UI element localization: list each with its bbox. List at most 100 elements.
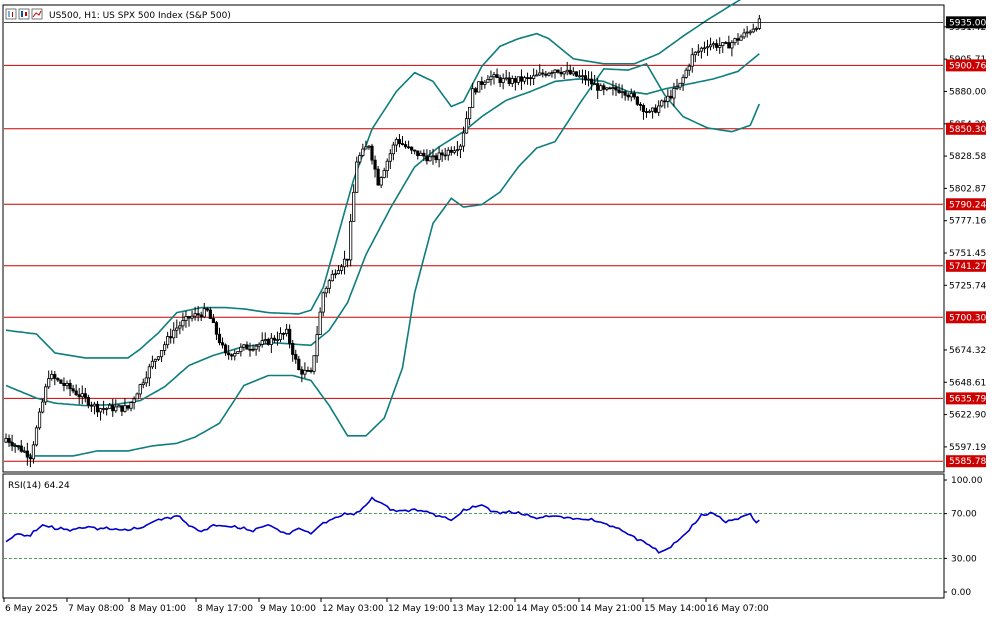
candle-body	[586, 78, 591, 81]
candle-body	[486, 79, 490, 83]
candle-body	[477, 81, 481, 93]
candle-body	[458, 145, 463, 151]
candle-body	[602, 85, 606, 90]
candle-body	[202, 308, 206, 318]
candle-body	[312, 355, 316, 372]
candle-body	[605, 87, 609, 90]
candle-body	[132, 398, 136, 403]
candle-body	[47, 378, 51, 388]
candle-body	[483, 81, 487, 85]
candle-body	[217, 333, 222, 344]
candle-body	[86, 397, 90, 406]
candle-body	[330, 273, 334, 282]
candle-body	[245, 344, 249, 350]
candle-body	[367, 145, 371, 148]
candle-body	[53, 374, 57, 379]
candle-body	[516, 76, 521, 83]
candle-body	[89, 404, 93, 407]
candle-body	[736, 38, 740, 41]
candle-body	[525, 77, 530, 79]
candle-body	[211, 318, 215, 323]
candle-body	[693, 51, 697, 56]
candle-body	[147, 366, 151, 379]
candle-body	[721, 42, 725, 47]
bar-chart-icon[interactable]	[5, 8, 17, 20]
candle-body	[318, 311, 322, 335]
candle-body	[263, 339, 267, 342]
level-tag-label: 5900.76	[949, 61, 986, 71]
level-tag-label: 5850.30	[949, 125, 986, 135]
candle-body	[632, 93, 636, 98]
candle-body	[410, 146, 414, 151]
price-axis: 5931.425905.715880.005854.295828.585802.…	[4, 16, 986, 468]
candle-body	[547, 72, 551, 76]
candle-body	[388, 153, 392, 162]
candle-body	[166, 336, 170, 346]
price-tick-label: 5880.00	[949, 87, 986, 97]
candle-body	[538, 72, 542, 76]
candle-body	[434, 155, 438, 161]
candle-body	[239, 346, 243, 353]
candle-body	[715, 43, 719, 48]
candle-body	[10, 442, 14, 447]
candle-body	[294, 354, 298, 360]
candle-body	[4, 437, 8, 443]
candle-body	[425, 155, 429, 162]
candle-body	[492, 74, 496, 78]
chart-title: US500, H1: US SPX 500 Index (S&P 500)	[49, 11, 231, 21]
candle-body	[620, 91, 624, 94]
toolbar-icons	[5, 8, 43, 20]
candle-body	[175, 327, 179, 331]
candle-body	[599, 85, 603, 91]
rsi-tick-label: 0.00	[951, 588, 971, 598]
candle-body	[422, 152, 426, 157]
candle-body	[501, 78, 505, 83]
candle-body	[25, 450, 29, 458]
candlestick-icon[interactable]	[18, 8, 30, 20]
candle-body	[309, 370, 313, 372]
line-chart-icon[interactable]	[31, 8, 43, 20]
candle-body	[117, 405, 121, 408]
candle-body	[214, 322, 219, 335]
candle-body	[577, 75, 582, 78]
candle-body	[544, 73, 548, 76]
candle-body	[690, 54, 694, 67]
candle-body	[745, 31, 749, 34]
chart-canvas[interactable]: 100.00 70.00 30.00 0.00 5931.425905.715880.…	[0, 0, 1000, 620]
candle-body	[687, 65, 691, 71]
rsi-line	[5, 496, 760, 554]
candle-body	[663, 100, 667, 103]
level-tag-label: 5635.79	[949, 394, 986, 404]
candle-body	[120, 405, 124, 412]
candle-body	[583, 75, 588, 81]
current-price-label: 5935.00	[949, 18, 986, 28]
candle-body	[16, 445, 20, 447]
candle-body	[446, 149, 450, 156]
candle-body	[452, 150, 456, 153]
price-tick-label: 5597.19	[949, 443, 986, 453]
candle-body	[129, 402, 133, 409]
candle-body	[397, 139, 402, 144]
candle-body	[635, 96, 639, 105]
candle-body	[324, 287, 328, 294]
candle-body	[37, 411, 42, 429]
candle-body	[574, 71, 578, 77]
time-tick-label: 8 May 01:00	[130, 604, 186, 614]
candle-body	[403, 144, 408, 148]
candle-body	[413, 149, 417, 152]
candle-body	[489, 76, 493, 80]
candle-body	[227, 352, 231, 356]
rsi-subwindow-frame	[2, 473, 945, 599]
price-tick-label: 5802.87	[949, 184, 986, 194]
candle-body	[666, 95, 670, 102]
candle-body	[306, 370, 310, 372]
candle-body	[352, 191, 356, 222]
candle-body	[199, 314, 203, 318]
candle-body	[358, 155, 362, 163]
candle-body	[550, 72, 554, 75]
candle-body	[336, 270, 341, 275]
candle-body	[114, 406, 118, 412]
price-tick-label: 5622.90	[949, 411, 986, 421]
candle-body	[71, 388, 75, 392]
candle-body	[187, 316, 191, 319]
